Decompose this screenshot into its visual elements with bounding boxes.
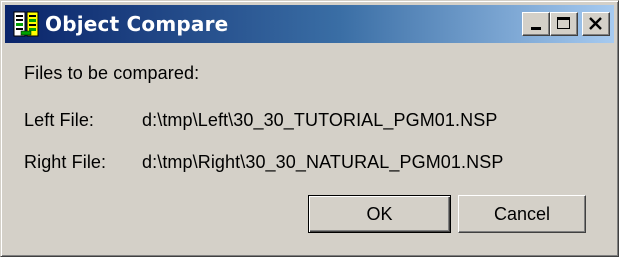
object-compare-dialog: Object Compare Files to be compared: Lef…	[0, 0, 619, 257]
maximize-icon	[557, 17, 570, 29]
cancel-button[interactable]: Cancel	[458, 195, 586, 233]
right-file-label: Right File:	[24, 152, 107, 172]
title-bar[interactable]: Object Compare	[5, 5, 614, 43]
title-bar-controls	[522, 12, 610, 36]
maximize-button[interactable]	[550, 12, 578, 36]
close-icon	[583, 13, 609, 35]
object-compare-app-icon	[13, 11, 39, 37]
files-heading: Files to be compared:	[24, 63, 200, 83]
close-button[interactable]	[582, 12, 610, 36]
left-file-label: Left File:	[24, 110, 95, 130]
window-title: Object Compare	[45, 12, 229, 36]
minimize-icon	[531, 27, 541, 30]
minimize-button[interactable]	[522, 12, 550, 36]
right-file-path: d:\tmp\Right\30_30_NATURAL_PGM01.NSP	[142, 152, 504, 172]
ok-button[interactable]: OK	[308, 195, 451, 233]
left-file-path: d:\tmp\Left\30_30_TUTORIAL_PGM01.NSP	[142, 110, 498, 130]
